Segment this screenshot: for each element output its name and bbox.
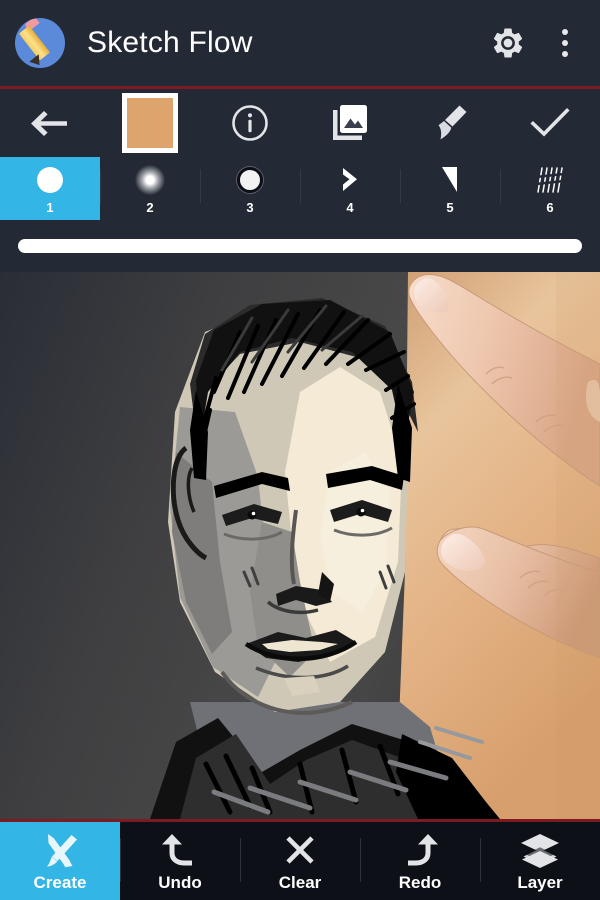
- hatching-brush-icon: [534, 163, 566, 197]
- gallery-button[interactable]: [300, 89, 400, 157]
- info-circle-icon: [232, 105, 268, 141]
- brush-option-5[interactable]: 5: [400, 157, 500, 220]
- soft-round-brush-icon: [135, 163, 165, 197]
- brush-option-1[interactable]: 1: [0, 157, 100, 220]
- color-swatch-button[interactable]: [100, 89, 200, 157]
- brush-option-4[interactable]: 4: [300, 157, 400, 220]
- confirm-button[interactable]: [500, 89, 600, 157]
- create-button[interactable]: Create: [0, 822, 120, 900]
- close-x-icon: [281, 830, 319, 870]
- brush-option-6[interactable]: 6: [500, 157, 600, 220]
- pencil-circle-icon: [15, 18, 65, 68]
- brush-size-slider-row: [0, 220, 600, 272]
- back-button[interactable]: [0, 89, 100, 157]
- brush-number: 4: [346, 200, 354, 215]
- wedge-brush-icon: [437, 163, 463, 197]
- app-header: Sketch Flow: [0, 0, 600, 86]
- layers-stack-icon: [518, 830, 562, 870]
- header-actions: [490, 25, 600, 61]
- drawing-canvas[interactable]: [0, 272, 600, 819]
- layer-button[interactable]: Layer: [480, 822, 600, 900]
- kebab-dot: [562, 51, 568, 57]
- brush-number: 6: [546, 200, 554, 215]
- clear-button[interactable]: Clear: [240, 822, 360, 900]
- sketch-flow-app: Sketch Flow 1 2 3 4 5 6 Create Undo Clea…: [0, 0, 600, 900]
- image-stack-icon: [333, 105, 367, 140]
- checkmark-icon: [530, 107, 570, 137]
- page-title: Sketch Flow: [87, 26, 253, 59]
- current-color: [127, 98, 173, 148]
- paintbrush-icon: [438, 105, 467, 140]
- brush-number: 1: [46, 200, 54, 215]
- pencil-body-part: [18, 25, 51, 61]
- redo-arrow-icon: [399, 830, 441, 870]
- hard-round-brush-icon: [37, 163, 63, 197]
- pencil-brush-cross-icon: [38, 830, 82, 870]
- undo-label: Undo: [158, 872, 202, 892]
- undo-arrow-icon: [159, 830, 201, 870]
- kebab-dot: [562, 40, 568, 46]
- layer-label: Layer: [517, 872, 563, 892]
- arrow-left-icon: [31, 111, 67, 136]
- info-button[interactable]: [200, 89, 300, 157]
- kebab-menu-icon[interactable]: [554, 25, 576, 61]
- outlined-round-brush-icon: [237, 163, 263, 197]
- brush-option-2[interactable]: 2: [100, 157, 200, 220]
- brush-selector-row: 1 2 3 4 5 6: [0, 157, 600, 220]
- color-swatch-icon: [122, 93, 178, 153]
- brush-number: 3: [246, 200, 254, 215]
- kebab-dot: [562, 29, 568, 35]
- chevron-brush-icon: [335, 163, 365, 197]
- brush-size-slider[interactable]: [18, 239, 582, 253]
- gear-icon[interactable]: [490, 25, 526, 61]
- redo-label: Redo: [398, 872, 442, 892]
- redo-button[interactable]: Redo: [360, 822, 480, 900]
- bottom-toolbar: Create Undo Clear Redo Layer: [0, 822, 600, 900]
- create-label: Create: [33, 872, 87, 892]
- brush-option-3[interactable]: 3: [200, 157, 300, 220]
- brush-number: 5: [446, 200, 454, 215]
- clear-label: Clear: [278, 872, 322, 892]
- edit-toolbar: [0, 89, 600, 157]
- brush-number: 2: [146, 200, 154, 215]
- brush-button[interactable]: [400, 89, 500, 157]
- undo-button[interactable]: Undo: [120, 822, 240, 900]
